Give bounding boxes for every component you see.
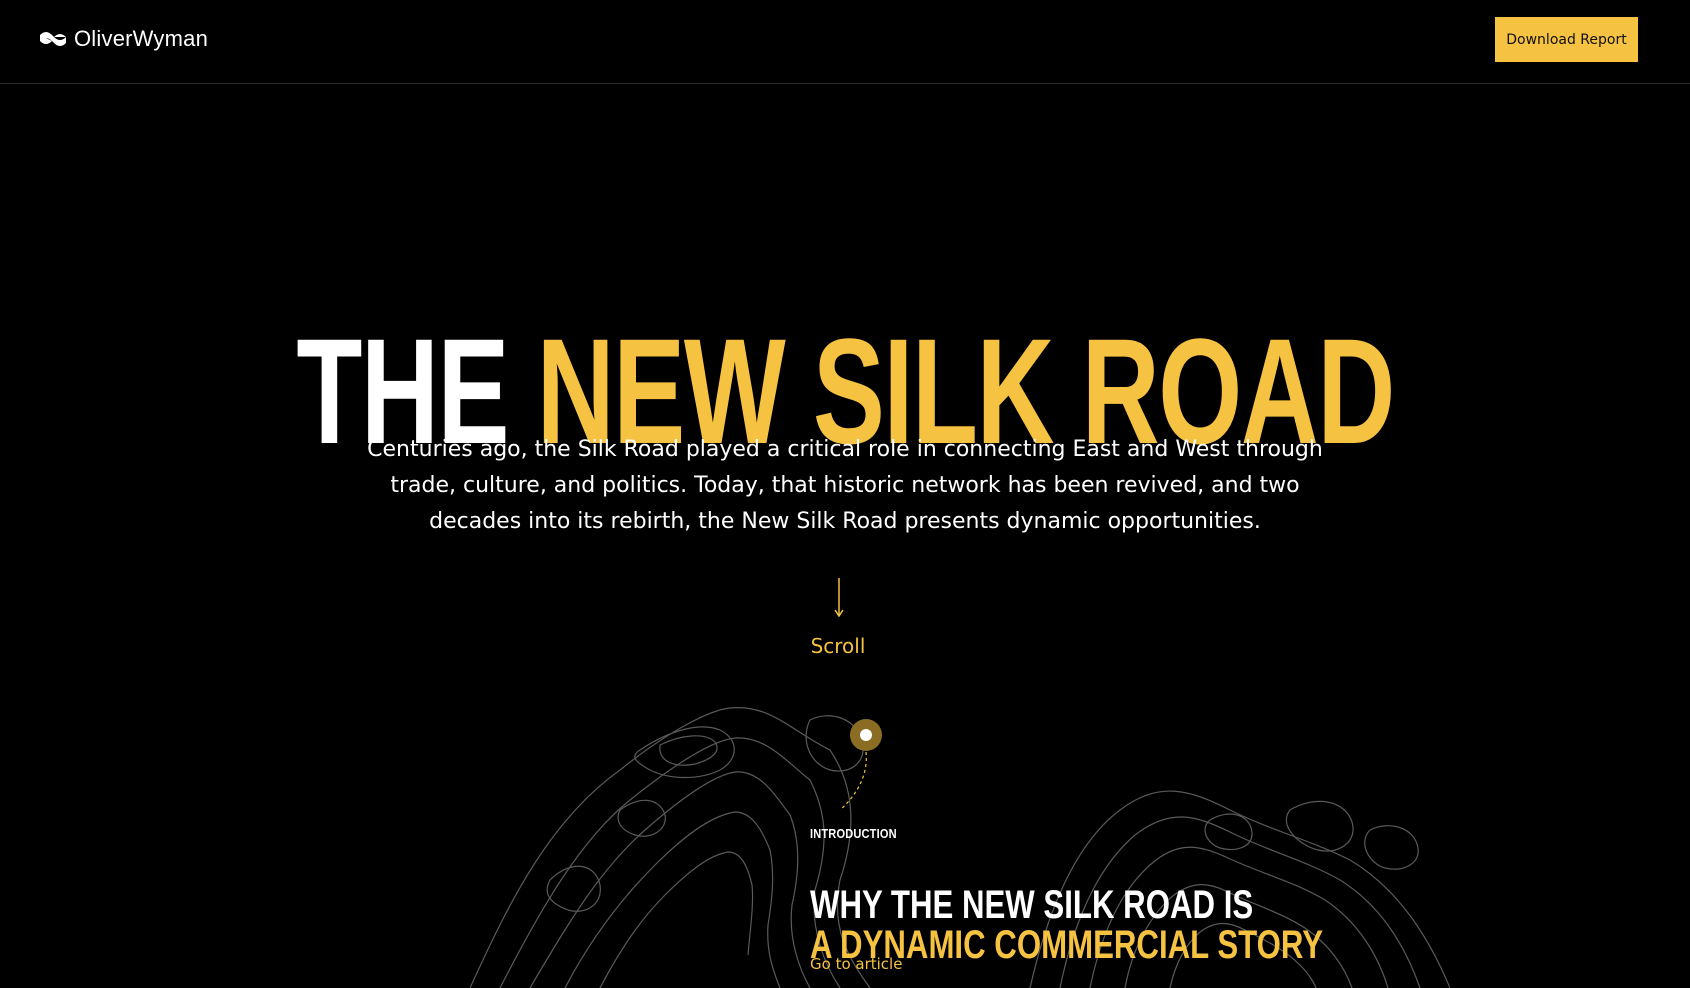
go-to-article-link[interactable]: Go to article — [810, 955, 902, 973]
scroll-label[interactable]: Scroll — [0, 634, 1676, 658]
arrow-down-icon[interactable] — [831, 578, 847, 618]
section-label: INTRODUCTION — [810, 826, 897, 841]
oliver-wyman-logo[interactable]: OliverWyman — [38, 26, 208, 52]
logo-text: OliverWyman — [74, 26, 209, 51]
section-title: WHY THE NEW SILK ROAD IS A DYNAMIC COMME… — [810, 885, 1323, 965]
site-header: OliverWyman Download Report — [0, 0, 1690, 84]
marker-connector-line — [840, 752, 867, 811]
oliver-wyman-logo-icon — [40, 32, 66, 46]
section-title-line1: WHY THE NEW SILK ROAD IS — [810, 883, 1254, 928]
download-report-button[interactable]: Download Report — [1495, 17, 1638, 62]
hero-description: Centuries ago, the Silk Road played a cr… — [367, 437, 1323, 534]
location-marker-icon[interactable] — [849, 718, 883, 752]
